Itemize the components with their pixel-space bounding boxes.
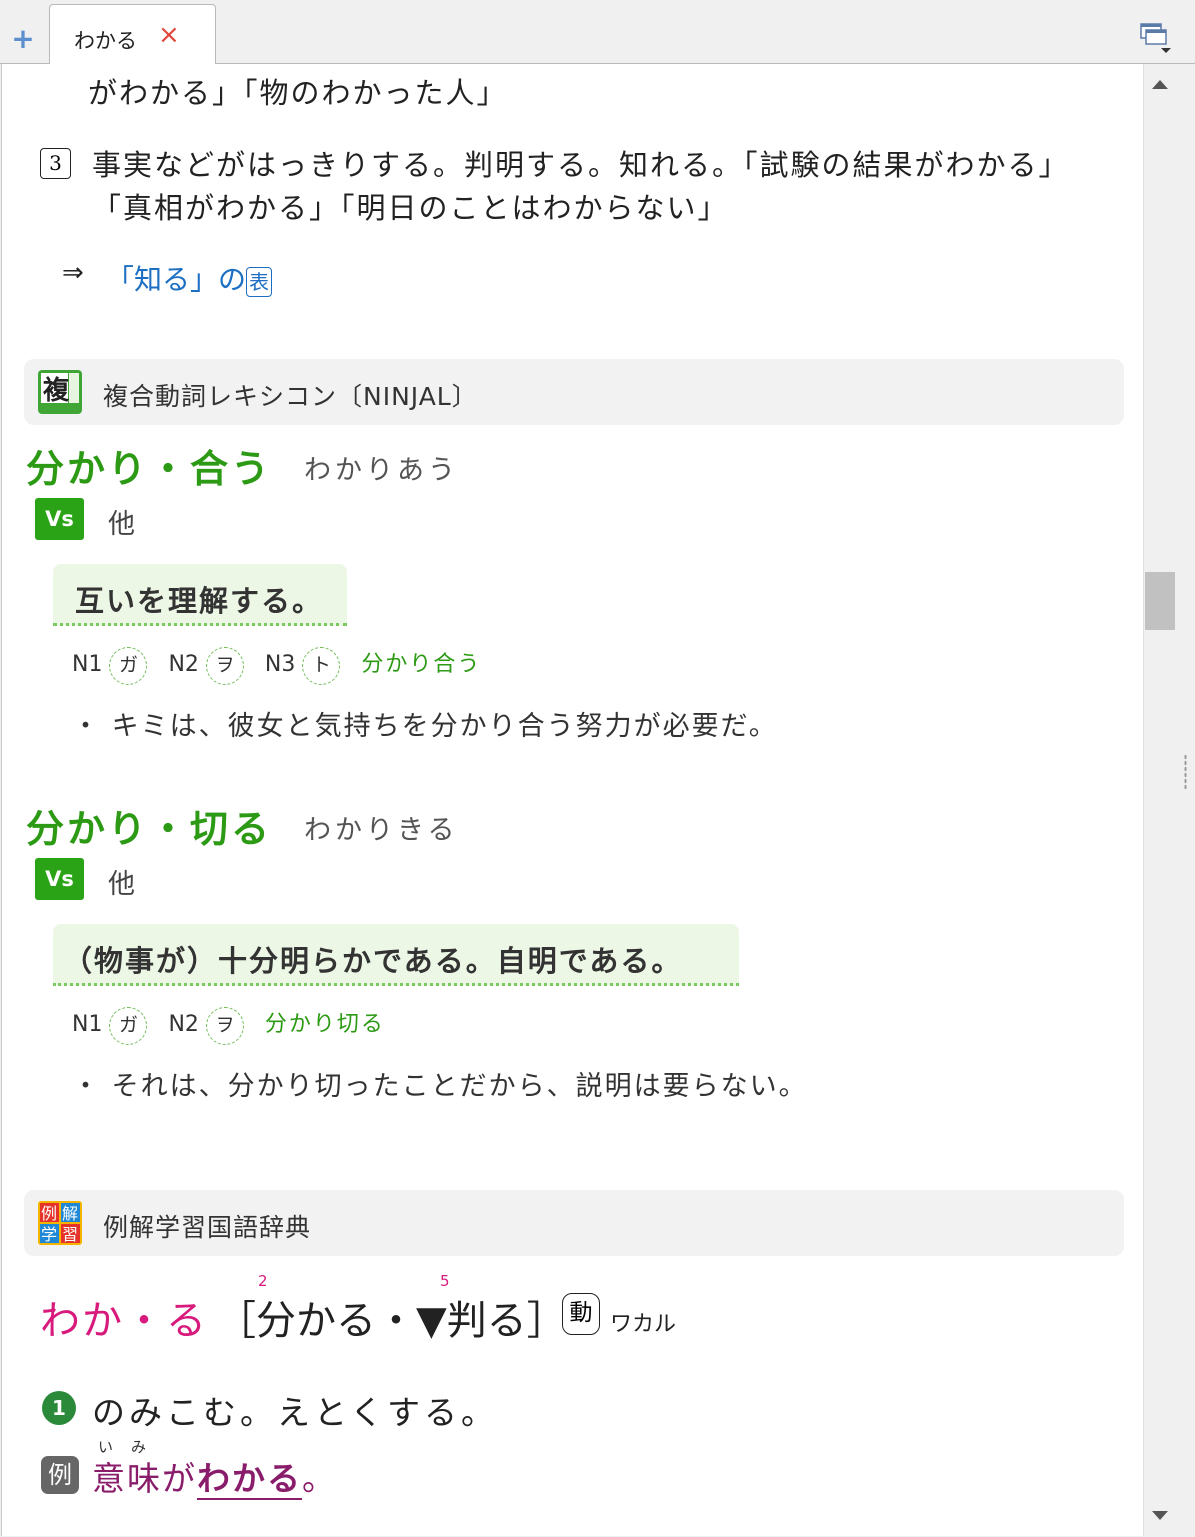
- svg-text:複: 複: [43, 375, 70, 406]
- ref-arrow: ⇒: [62, 258, 84, 288]
- example-sentence: ・ それは、分かり切ったことだから、説明は要らない。: [72, 1071, 808, 1102]
- particle-ga: ガ: [109, 1007, 148, 1045]
- particle-wo: ヲ: [205, 1007, 244, 1045]
- meaning-box: （物事が）十分明らかである。自明である。: [53, 924, 739, 986]
- scroll-down-arrow-icon[interactable]: [1152, 1511, 1168, 1520]
- reading-wakariau: わかりあう: [304, 455, 459, 486]
- reikai-section-header[interactable]: 例 解 学 習 例解学習国語辞典: [24, 1190, 1124, 1256]
- reading-wakarikiru: わかりきる: [304, 815, 459, 846]
- scroll-up-arrow-icon[interactable]: [1152, 80, 1168, 89]
- close-tab-icon[interactable]: ×: [158, 21, 180, 49]
- svg-text:学: 学: [41, 1225, 57, 1244]
- svg-text:例: 例: [41, 1204, 57, 1223]
- katakana-reading: ワカル: [610, 1312, 677, 1337]
- kanji-notation: ［分かる・▼判る］: [216, 1298, 567, 1344]
- transitivity-label: 他: [108, 509, 135, 540]
- tab-bar: + わかる ×: [0, 0, 1195, 65]
- dictionary-content[interactable]: がわかる」「物のわかった人」 3 事実などがはっきりする。判明する。知れる。「試…: [1, 64, 1143, 1536]
- svg-text:習: 習: [62, 1225, 78, 1244]
- case-frame: N1 ガ N2 ヲ 分かり切る: [72, 1006, 385, 1045]
- vs-badge: Vs: [35, 498, 84, 540]
- example-phrase: 意味がわかる。: [92, 1459, 337, 1500]
- pos-badge: 動: [562, 1293, 600, 1335]
- case-frame: N1 ガ N2 ヲ N3 ト 分かり合う: [72, 646, 481, 685]
- meaning-box: 互いを理解する。: [53, 564, 347, 626]
- sense3-line1: 事実などがはっきりする。判明する。知れる。「試験の結果がわかる」: [92, 148, 1070, 182]
- headword-wakariau: 分かり・合う: [26, 447, 273, 491]
- definition-number: 1: [42, 1391, 76, 1425]
- hyo-box: 表: [246, 267, 273, 297]
- example-highlight: わかる: [197, 1459, 302, 1500]
- resize-grip-icon[interactable]: [1184, 754, 1187, 790]
- sense2-tail: がわかる」「物のわかった人」: [88, 76, 508, 110]
- reikai-dictionary-icon: 例 解 学 習: [38, 1201, 82, 1245]
- headword-wakarikiru: 分かり・切る: [26, 807, 273, 851]
- ninjal-section-title: 複合動詞レキシコン〔NINJAL〕: [103, 382, 478, 411]
- definition-text: のみこむ。えとくする。: [92, 1393, 499, 1432]
- frame-verb: 分かり合う: [361, 652, 482, 677]
- reikai-section-title: 例解学習国語辞典: [103, 1213, 312, 1242]
- example-sentence: ・ キミは、彼女と気持ちを分かり合う努力が必要だ。: [72, 711, 778, 742]
- splitter-edge: [1176, 64, 1195, 1537]
- ninjal-section-header[interactable]: 複 複合動詞レキシコン〔NINJAL〕: [24, 359, 1124, 425]
- particle-wo: ヲ: [205, 647, 244, 685]
- ninjal-dictionary-icon: 複: [38, 370, 82, 414]
- add-tab-icon[interactable]: +: [10, 25, 36, 53]
- vs-badge: Vs: [35, 858, 84, 900]
- sense3-number: 3: [40, 148, 71, 179]
- vertical-scrollbar[interactable]: [1143, 64, 1176, 1536]
- particle-ga: ガ: [109, 647, 148, 685]
- window-list-icon[interactable]: [1139, 22, 1175, 54]
- transitivity-label: 他: [108, 869, 135, 900]
- tab-label: わかる: [74, 29, 137, 53]
- tab-wakaru[interactable]: わかる ×: [49, 4, 216, 65]
- frame-verb: 分かり切る: [264, 1012, 385, 1037]
- example-label: 例: [41, 1456, 79, 1494]
- scroll-thumb[interactable]: [1145, 572, 1175, 630]
- ref-link-shiru[interactable]: 「知る」の表: [106, 258, 273, 298]
- headword-wakaru: わか・る: [40, 1298, 208, 1344]
- sense3-line2: 「真相がわかる」「明日のことはわからない」: [92, 191, 729, 225]
- svg-text:解: 解: [62, 1204, 78, 1223]
- particle-to: ト: [302, 647, 341, 685]
